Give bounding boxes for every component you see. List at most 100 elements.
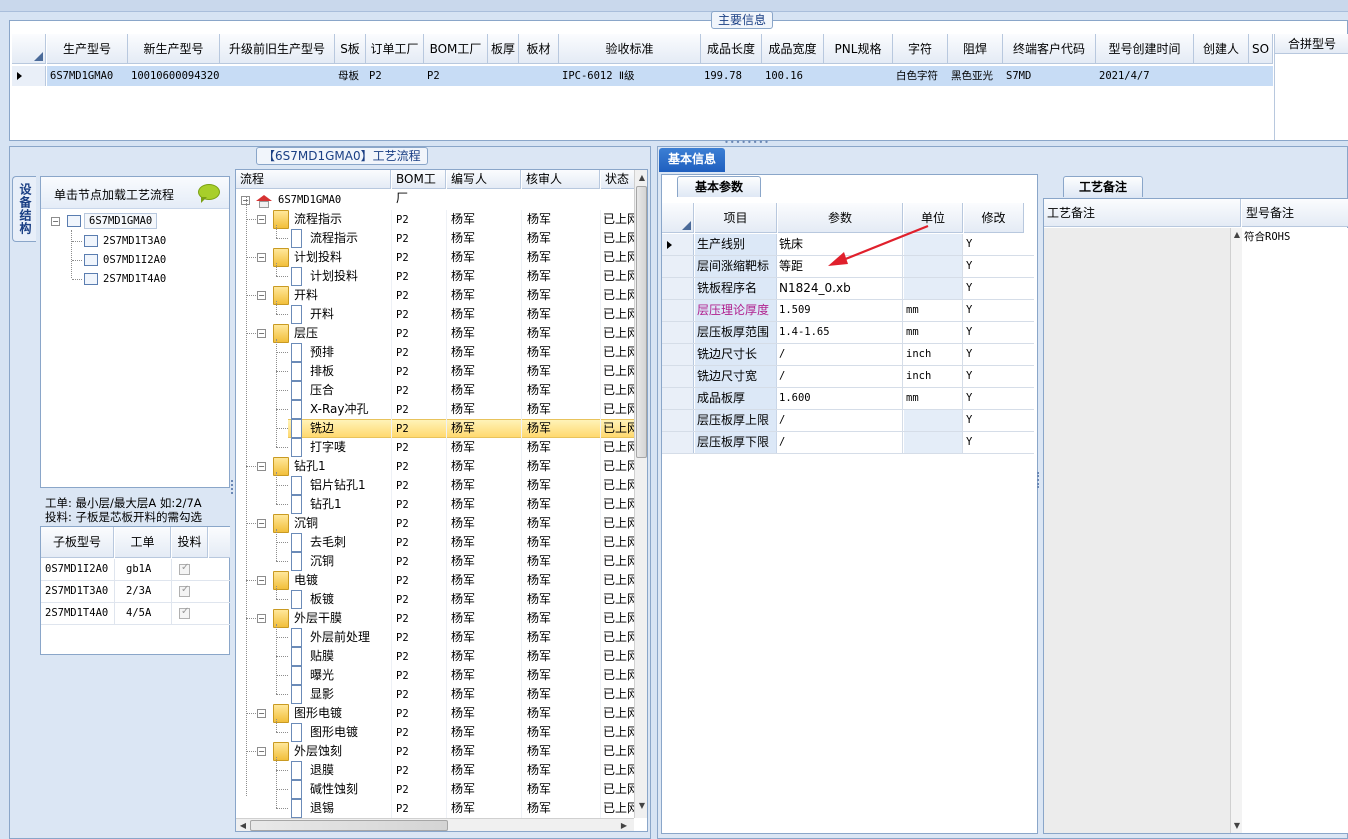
flow-group-row[interactable]: − 层压 P2 杨军 杨军 已上网 xyxy=(236,324,647,343)
flow-step-row[interactable]: X-Ray冲孔 P2 杨军 杨军 已上网 xyxy=(236,400,647,419)
param-modify[interactable]: Y xyxy=(964,278,1024,299)
flow-step-row[interactable]: 预排 P2 杨军 杨军 已上网 xyxy=(236,343,647,362)
table-row[interactable]: 铣板程序名 N1824_0.xb Y xyxy=(662,278,1034,300)
col-header-2[interactable]: 升级前旧生产型号 xyxy=(220,34,335,64)
scroll-up-icon[interactable]: ▲ xyxy=(636,172,647,184)
device-tree-child[interactable]: 0S7MD1I2A0 xyxy=(103,254,166,266)
flow-step-row[interactable]: 退膜 P2 杨军 杨军 已上网 xyxy=(236,761,647,780)
row-indicator[interactable] xyxy=(662,256,694,277)
collapse-toggle-icon[interactable]: − xyxy=(257,747,266,756)
flow-step-row[interactable]: 显影 P2 杨军 杨军 已上网 xyxy=(236,685,647,704)
table-row[interactable]: 层压理论厚度 1.509 mm Y xyxy=(662,300,1034,322)
flow-vscroll-thumb[interactable] xyxy=(636,186,647,458)
flow-step-row[interactable]: 退锡 P2 杨军 杨军 已上网 xyxy=(236,799,647,818)
right-vsplitter-grip[interactable] xyxy=(1037,472,1041,488)
param-value[interactable]: / xyxy=(778,344,903,365)
collapse-toggle-icon[interactable]: − xyxy=(257,253,266,262)
tab-process-notes[interactable]: 工艺备注 xyxy=(1063,176,1143,197)
collapse-toggle-icon[interactable]: − xyxy=(257,576,266,585)
flow-group-row[interactable]: − 沉铜 P2 杨军 杨军 已上网 xyxy=(236,514,647,533)
params-corner[interactable] xyxy=(662,203,694,233)
collapse-toggle-icon[interactable]: − xyxy=(257,519,266,528)
col-header-4[interactable]: 订单工厂 xyxy=(366,34,424,64)
col-header-6[interactable]: 板厚 xyxy=(488,34,519,64)
flow-vscrollbar[interactable]: ▲ ▼ xyxy=(634,170,647,818)
param-modify[interactable]: Y xyxy=(964,344,1024,365)
row-indicator[interactable] xyxy=(662,234,694,255)
row-indicator[interactable] xyxy=(662,432,694,453)
param-value[interactable]: 1.509 xyxy=(778,300,903,321)
flow-group-row[interactable]: − 开料 P2 杨军 杨军 已上网 xyxy=(236,286,647,305)
flow-root-row[interactable]: − 6S7MD1GMA0 xyxy=(236,191,636,210)
grid-corner[interactable] xyxy=(12,34,46,64)
col-header-8[interactable]: 验收标准 xyxy=(559,34,701,64)
param-modify[interactable]: Y xyxy=(964,388,1024,409)
flow-group-row[interactable]: − 流程指示 P2 杨军 杨军 已上网 xyxy=(236,210,647,229)
notes-col-process[interactable]: 工艺备注 xyxy=(1044,199,1241,227)
flow-header-4[interactable]: 状态 xyxy=(601,170,635,189)
flow-step-row[interactable]: 开料 P2 杨军 杨军 已上网 xyxy=(236,305,647,324)
param-value[interactable]: N1824_0.xb xyxy=(778,278,903,299)
flow-step-row[interactable]: 去毛刺 P2 杨军 杨军 已上网 xyxy=(236,533,647,552)
flow-step-row[interactable]: 铣边 P2 杨军 杨军 已上网 xyxy=(236,419,647,438)
device-tree-child[interactable]: 2S7MD1T4A0 xyxy=(103,273,166,285)
collapse-toggle-icon[interactable]: − xyxy=(257,291,266,300)
collapse-toggle-icon[interactable]: − xyxy=(257,329,266,338)
param-value[interactable]: / xyxy=(778,410,903,431)
col-header-16[interactable]: 创建人 xyxy=(1194,34,1249,64)
model-note-cell[interactable]: 符合ROHS xyxy=(1242,228,1348,833)
side-grid-header[interactable]: 合拼型号 xyxy=(1275,34,1348,54)
flow-step-row[interactable]: 曝光 P2 杨军 杨军 已上网 xyxy=(236,666,647,685)
scroll-left-icon[interactable]: ◀ xyxy=(237,820,249,831)
col-header-7[interactable]: 板材 xyxy=(519,34,559,64)
sub-table-header-1[interactable]: 工单 xyxy=(115,527,171,558)
flow-step-row[interactable]: 碱性蚀刻 P2 杨军 杨军 已上网 xyxy=(236,780,647,799)
col-header-9[interactable]: 成品长度 xyxy=(701,34,762,64)
col-header-13[interactable]: 阻焊 xyxy=(948,34,1003,64)
scroll-right-icon[interactable]: ▶ xyxy=(618,820,630,831)
flow-header-2[interactable]: 编写人 xyxy=(447,170,521,189)
notes-col-model[interactable]: 型号备注 xyxy=(1242,199,1348,227)
param-modify[interactable]: Y xyxy=(964,322,1024,343)
param-value[interactable]: / xyxy=(778,366,903,387)
row-indicator[interactable] xyxy=(662,300,694,321)
flow-hscrollbar[interactable]: ◀ ▶ xyxy=(236,818,634,831)
collapse-toggle-icon[interactable]: − xyxy=(257,709,266,718)
param-modify[interactable]: Y xyxy=(964,410,1024,431)
table-row[interactable]: 层压板厚范围 1.4-1.65 mm Y xyxy=(662,322,1034,344)
table-row[interactable]: 层压板厚下限 / Y xyxy=(662,432,1034,454)
row-indicator[interactable] xyxy=(662,278,694,299)
notes-process-area[interactable] xyxy=(1044,228,1230,833)
col-header-12[interactable]: 字符 xyxy=(893,34,948,64)
flow-header-1[interactable]: BOM工厂 xyxy=(392,170,446,205)
flow-step-row[interactable]: 计划投料 P2 杨军 杨军 已上网 xyxy=(236,267,647,286)
row-indicator[interactable] xyxy=(662,410,694,431)
notes-scrollbar[interactable]: ▲ ▼ xyxy=(1230,228,1242,833)
param-modify[interactable]: Y xyxy=(964,300,1024,321)
col-header-15[interactable]: 型号创建时间 xyxy=(1096,34,1194,64)
device-tree-root[interactable]: 6S7MD1GMA0 xyxy=(84,213,158,229)
flow-group-row[interactable]: − 钻孔1 P2 杨军 杨军 已上网 xyxy=(236,457,647,476)
col-header-1[interactable]: 新生产型号 xyxy=(128,34,220,64)
sub-table-header-0[interactable]: 子板型号 xyxy=(41,527,114,558)
sub-table-header-2[interactable]: 投料 xyxy=(172,527,208,558)
row-indicator[interactable] xyxy=(662,344,694,365)
flow-group-row[interactable]: − 外层干膜 P2 杨军 杨军 已上网 xyxy=(236,609,647,628)
flow-step-row[interactable]: 沉铜 P2 杨军 杨军 已上网 xyxy=(236,552,647,571)
table-row[interactable]: 成品板厚 1.600 mm Y xyxy=(662,388,1034,410)
col-header-17[interactable]: SO xyxy=(1249,34,1273,64)
col-header-11[interactable]: PNL规格 xyxy=(824,34,893,64)
params-header-3[interactable]: 修改 xyxy=(964,203,1024,233)
flow-group-row[interactable]: − 电镀 P2 杨军 杨军 已上网 xyxy=(236,571,647,590)
row-indicator[interactable] xyxy=(662,366,694,387)
collapse-toggle-icon[interactable]: − xyxy=(257,462,266,471)
grid-row-indicator[interactable] xyxy=(12,66,46,86)
param-value[interactable]: / xyxy=(778,432,903,453)
flow-step-row[interactable]: 钻孔1 P2 杨军 杨军 已上网 xyxy=(236,495,647,514)
flow-step-row[interactable]: 外层前处理 P2 杨军 杨军 已上网 xyxy=(236,628,647,647)
param-modify[interactable]: Y xyxy=(964,256,1024,277)
row-indicator[interactable] xyxy=(662,388,694,409)
col-header-3[interactable]: S板 xyxy=(335,34,366,64)
param-value[interactable]: 1.600 xyxy=(778,388,903,409)
flow-step-row[interactable]: 图形电镀 P2 杨军 杨军 已上网 xyxy=(236,723,647,742)
